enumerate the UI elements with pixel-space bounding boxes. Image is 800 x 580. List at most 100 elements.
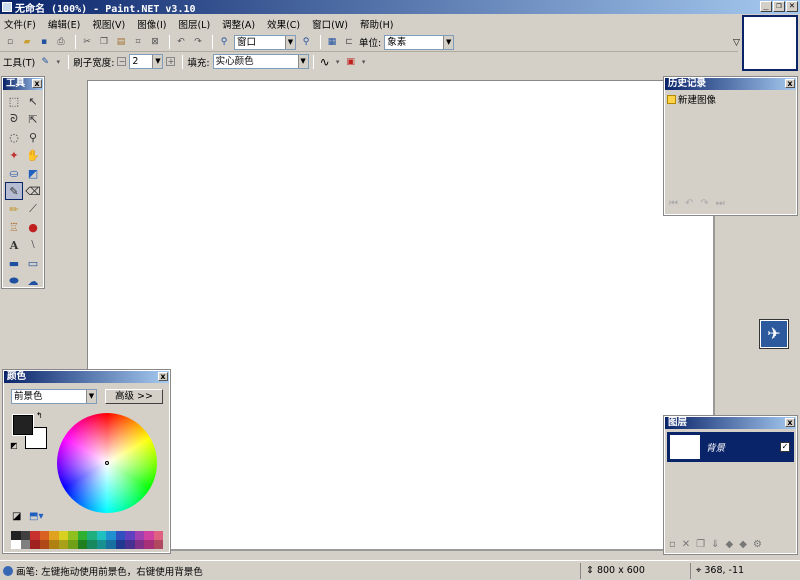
menu-layers[interactable]: 图层(L) — [178, 17, 210, 31]
palette-swatch[interactable] — [144, 540, 154, 549]
rectangle-select-icon[interactable]: ⬚ — [5, 92, 23, 110]
move-layer-down-icon[interactable]: ◆ — [739, 539, 747, 550]
history-undo-icon[interactable]: ↶ — [685, 198, 693, 209]
color-wheel[interactable] — [57, 413, 157, 513]
antialiasing-icon[interactable]: ∿ — [318, 55, 332, 69]
palette-swatch[interactable] — [87, 531, 97, 540]
palette-swatch[interactable] — [11, 531, 21, 540]
eraser-icon[interactable]: ⌫ — [24, 182, 42, 200]
primary-color-swatch[interactable] — [12, 414, 34, 436]
paintnet-logo-icon[interactable]: ✈ — [759, 319, 789, 349]
delete-layer-icon[interactable]: ✕ — [682, 539, 690, 550]
menu-effects[interactable]: 效果(C) — [267, 17, 300, 31]
menu-help[interactable]: 帮助(H) — [360, 17, 394, 31]
palette-swatch[interactable] — [20, 540, 30, 549]
ellipse-select-icon[interactable]: ◌ — [5, 128, 23, 146]
palette-menu-icon[interactable]: ⬒▾ — [29, 511, 43, 522]
palette-swatch[interactable] — [115, 540, 125, 549]
palette-swatch[interactable] — [115, 531, 125, 540]
add-palette-color-icon[interactable]: ◪ — [12, 511, 21, 522]
duplicate-layer-icon[interactable]: ❐ — [696, 539, 705, 550]
palette-swatch[interactable] — [77, 531, 87, 540]
crop-icon[interactable]: ⌗ — [131, 35, 145, 49]
swap-colors-icon[interactable]: ↰ — [36, 411, 43, 420]
brush-decrease-icon[interactable]: − — [117, 57, 127, 66]
new-file-icon[interactable]: ▫ — [3, 35, 17, 49]
antialiasing-dropdown-icon[interactable]: ▾ — [335, 55, 341, 69]
image-canvas[interactable] — [87, 80, 713, 549]
palette-swatch[interactable] — [68, 540, 78, 549]
palette-swatch[interactable] — [153, 531, 163, 540]
palette-swatch[interactable] — [39, 540, 49, 549]
image-thumbnail[interactable] — [742, 15, 798, 71]
fill-combo[interactable]: 实心颜色 ▼ — [212, 54, 309, 69]
palette-swatch[interactable] — [58, 531, 68, 540]
rewind-icon[interactable]: ⏮ — [669, 198, 678, 209]
layer-row[interactable]: 背景 ✓ — [667, 432, 794, 462]
color-target-dropdown-icon[interactable]: ▼ — [86, 390, 96, 403]
palette-swatch[interactable] — [77, 540, 87, 549]
palette-swatch[interactable] — [20, 531, 30, 540]
grid-icon[interactable]: ▦ — [325, 35, 339, 49]
magic-wand-icon[interactable]: ✦ — [5, 146, 23, 164]
palette-swatch[interactable] — [11, 540, 21, 549]
lasso-select-icon[interactable]: ᘐ — [5, 110, 23, 128]
save-icon[interactable]: ▪ — [37, 35, 51, 49]
minimize-button[interactable]: _ — [760, 1, 772, 12]
paint-bucket-icon[interactable]: ⛀ — [5, 164, 23, 182]
menu-window[interactable]: 窗口(W) — [312, 17, 348, 31]
layer-properties-icon[interactable]: ⚙ — [753, 539, 762, 550]
history-close-icon[interactable]: x — [785, 79, 795, 88]
undo-icon[interactable]: ↶ — [174, 35, 188, 49]
recolor-icon[interactable]: ● — [24, 218, 42, 236]
rectangle-icon[interactable]: ▬ — [5, 254, 23, 272]
palette-swatch[interactable] — [30, 540, 40, 549]
move-selected-icon[interactable]: ⇱ — [24, 110, 42, 128]
redo-icon[interactable]: ↷ — [191, 35, 205, 49]
tools-close-icon[interactable]: x — [32, 79, 42, 88]
palette-swatch[interactable] — [58, 540, 68, 549]
history-panel-title[interactable]: 历史记录 x — [665, 78, 796, 90]
rulers-icon[interactable]: ⊏ — [342, 35, 356, 49]
palette-swatch[interactable] — [153, 540, 163, 549]
rounded-rectangle-icon[interactable]: ▭ — [24, 254, 42, 272]
clone-stamp-icon[interactable]: ♖ — [5, 218, 23, 236]
freeform-shape-icon[interactable]: ☁ — [24, 272, 42, 290]
palette-swatch[interactable] — [125, 540, 135, 549]
close-button[interactable]: ✕ — [786, 1, 798, 12]
merge-layer-down-icon[interactable]: ⇓ — [711, 539, 719, 550]
palette-swatch[interactable] — [49, 540, 59, 549]
ellipse-icon[interactable]: ⬬ — [5, 272, 23, 290]
menu-file[interactable]: 文件(F) — [4, 17, 36, 31]
gradient-icon[interactable]: ◩ — [24, 164, 42, 182]
history-item[interactable]: 新建图像 — [667, 92, 794, 106]
palette-swatch[interactable] — [39, 531, 49, 540]
advanced-button[interactable]: 高级 >> — [105, 389, 163, 404]
reset-colors-icon[interactable]: ◩ — [10, 441, 18, 450]
cut-icon[interactable]: ✂ — [80, 35, 94, 49]
colors-close-icon[interactable]: x — [158, 372, 168, 381]
layer-visibility-checkbox[interactable]: ✓ — [780, 442, 790, 452]
menu-image[interactable]: 图像(I) — [137, 17, 166, 31]
palette-swatch[interactable] — [30, 531, 40, 540]
palette-swatch[interactable] — [96, 540, 106, 549]
color-picker-icon[interactable]: ⟋ — [24, 200, 42, 218]
history-redo-icon[interactable]: ↷ — [700, 198, 708, 209]
palette-swatch[interactable] — [134, 531, 144, 540]
colors-panel-title[interactable]: 颜色 x — [4, 371, 169, 383]
brush-width-dropdown-icon[interactable]: ▼ — [152, 55, 163, 68]
paintbrush-tool-icon[interactable]: ✎ — [5, 182, 23, 200]
paintbrush-icon[interactable]: ✎ — [38, 55, 52, 69]
paste-icon[interactable]: ▤ — [114, 35, 128, 49]
tools-panel-title[interactable]: 工具 x — [3, 78, 43, 90]
zoom-out-icon[interactable]: ⚲ — [217, 35, 231, 49]
fill-dropdown-icon[interactable]: ▼ — [297, 55, 308, 68]
zoom-in-icon[interactable]: ⚲ — [299, 35, 313, 49]
color-wheel-marker[interactable] — [105, 461, 109, 465]
restore-button[interactable]: ❐ — [773, 1, 785, 12]
color-target-select[interactable]: 前景色 ▼ — [11, 389, 97, 404]
deselect-icon[interactable]: ⊠ — [148, 35, 162, 49]
palette-swatch[interactable] — [96, 531, 106, 540]
fast-forward-icon[interactable]: ⏭ — [716, 198, 725, 209]
palette-swatch[interactable] — [106, 540, 116, 549]
